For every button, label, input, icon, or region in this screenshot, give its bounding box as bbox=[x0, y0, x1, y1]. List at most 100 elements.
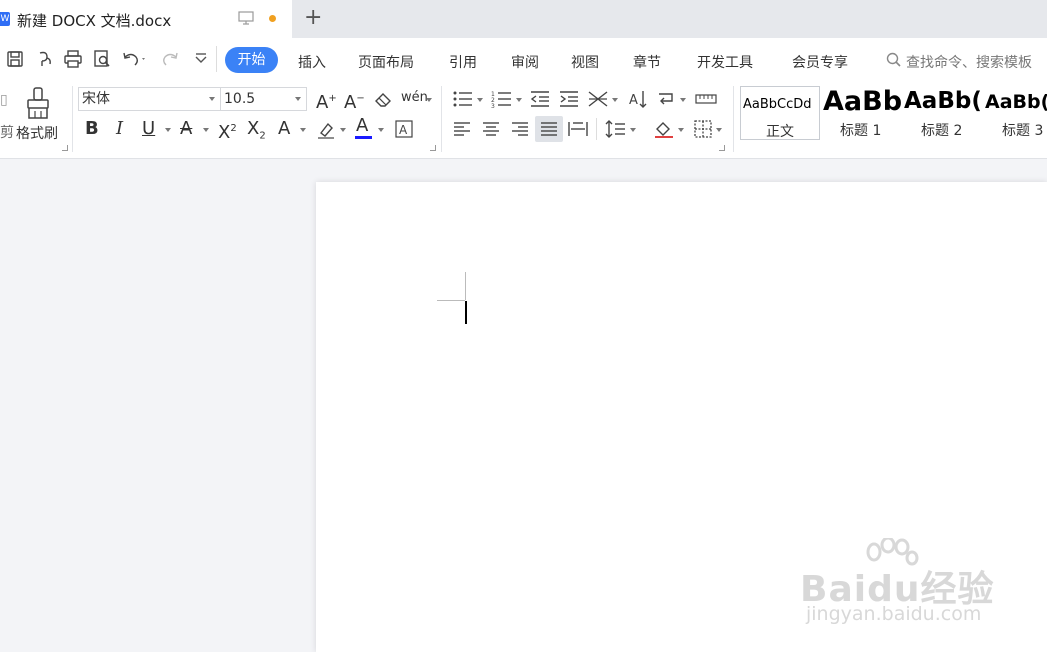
search-icon[interactable] bbox=[885, 51, 903, 69]
underline-icon[interactable]: U bbox=[142, 119, 155, 139]
align-left-icon[interactable] bbox=[452, 119, 472, 139]
chevron-down-icon[interactable] bbox=[300, 128, 306, 132]
divider bbox=[596, 118, 597, 140]
style-sample: AaBbCcDd bbox=[743, 97, 812, 112]
tab-page-layout[interactable]: 页面布局 bbox=[358, 52, 414, 72]
divider bbox=[216, 46, 217, 72]
superscript-icon[interactable]: X2 bbox=[218, 119, 237, 143]
more-icon[interactable] bbox=[191, 49, 211, 69]
italic-icon[interactable]: I bbox=[116, 119, 123, 139]
borders-icon[interactable] bbox=[693, 119, 713, 139]
save-icon[interactable] bbox=[5, 49, 25, 69]
font-name-select[interactable]: 宋体 bbox=[78, 87, 221, 111]
style-label: 标题 1 bbox=[840, 123, 882, 139]
text-effect-icon[interactable]: A bbox=[278, 119, 290, 139]
format-painter-label[interactable]: 格式刷 bbox=[16, 123, 58, 143]
highlight-icon[interactable] bbox=[316, 120, 336, 140]
numbering-icon[interactable]: 1 2 3 bbox=[491, 89, 513, 109]
font-size-value: 10.5 bbox=[224, 91, 256, 107]
style-label: 标题 3 bbox=[1002, 123, 1044, 139]
decrease-indent-icon[interactable] bbox=[529, 89, 551, 109]
svg-text:3: 3 bbox=[491, 103, 495, 109]
chevron-down-icon[interactable] bbox=[165, 128, 171, 132]
chevron-down-icon[interactable] bbox=[612, 98, 618, 102]
bullets-icon[interactable] bbox=[452, 89, 474, 109]
shrink-font-icon[interactable]: A− bbox=[344, 89, 365, 113]
grow-font-icon[interactable]: A+ bbox=[316, 89, 337, 113]
style-sample: AaBb( bbox=[904, 88, 982, 114]
margin-marker bbox=[437, 300, 465, 301]
monitor-icon[interactable] bbox=[238, 10, 254, 26]
style-heading-1[interactable]: AaBb 标题 1 bbox=[822, 86, 902, 140]
tab-view[interactable]: 视图 bbox=[571, 52, 599, 72]
clipboard-fragment-label[interactable]: 剪 bbox=[0, 122, 14, 142]
tab-member[interactable]: 会员专享 bbox=[792, 52, 848, 72]
print-icon[interactable] bbox=[63, 49, 83, 69]
chevron-down-icon[interactable] bbox=[678, 128, 684, 132]
eraser-icon[interactable] bbox=[373, 90, 393, 108]
distributed-align-icon[interactable] bbox=[567, 119, 589, 139]
group-divider bbox=[72, 86, 73, 152]
chevron-down-icon[interactable] bbox=[203, 128, 209, 132]
subscript-icon[interactable]: X2 bbox=[247, 119, 266, 147]
pinyin-guide-icon[interactable]: wén bbox=[401, 88, 428, 108]
paragraph-group-launcher[interactable] bbox=[719, 145, 725, 151]
chevron-down-icon[interactable] bbox=[477, 98, 483, 102]
chevron-down-icon[interactable] bbox=[378, 128, 384, 132]
tab-home[interactable]: 开始 bbox=[225, 47, 278, 73]
character-border-icon[interactable]: A bbox=[395, 120, 413, 138]
tab-section[interactable]: 章节 bbox=[633, 52, 661, 72]
new-tab-icon[interactable]: + bbox=[304, 6, 322, 30]
strikethrough-icon[interactable]: A bbox=[180, 119, 192, 139]
style-sample: AaBb bbox=[823, 86, 902, 117]
clipboard-group-launcher[interactable] bbox=[62, 145, 68, 151]
svg-text:A: A bbox=[399, 123, 408, 137]
font-color-bar bbox=[355, 136, 372, 139]
chevron-down-icon bbox=[295, 97, 301, 101]
chevron-down-icon[interactable] bbox=[630, 128, 636, 132]
redo-icon[interactable] bbox=[160, 49, 180, 69]
chevron-down-icon[interactable] bbox=[716, 128, 722, 132]
pinyin-label: wén bbox=[401, 90, 428, 105]
sort-icon[interactable]: A bbox=[628, 89, 648, 109]
style-normal[interactable]: AaBbCcDd 正文 bbox=[740, 86, 820, 140]
chevron-down-icon[interactable] bbox=[680, 98, 686, 102]
bold-icon[interactable]: B bbox=[85, 119, 99, 139]
unsaved-dot bbox=[269, 15, 276, 22]
undo-icon[interactable] bbox=[121, 49, 147, 69]
chinese-layout-icon[interactable] bbox=[587, 89, 609, 109]
format-copy-icon[interactable] bbox=[35, 49, 55, 69]
clipboard-fragment-icon[interactable]: ▯ bbox=[0, 92, 8, 108]
tab-review[interactable]: 审阅 bbox=[511, 52, 539, 72]
tab-references[interactable]: 引用 bbox=[449, 52, 477, 72]
style-label: 正文 bbox=[766, 124, 794, 140]
increase-indent-icon[interactable] bbox=[558, 89, 580, 109]
chevron-down-icon[interactable] bbox=[516, 98, 522, 102]
svg-text:A: A bbox=[629, 93, 638, 108]
command-search-input[interactable]: 查找命令、搜索模板 bbox=[906, 52, 1032, 72]
print-preview-icon[interactable] bbox=[92, 49, 112, 69]
align-center-icon[interactable] bbox=[481, 119, 501, 139]
align-right-icon[interactable] bbox=[510, 119, 530, 139]
shading-icon[interactable] bbox=[653, 119, 675, 139]
tab-title[interactable]: 新建 DOCX 文档.docx bbox=[17, 10, 171, 31]
format-painter-icon[interactable] bbox=[25, 87, 51, 121]
ruler-icon[interactable] bbox=[695, 89, 717, 109]
style-heading-2[interactable]: AaBb( 标题 2 bbox=[904, 86, 982, 140]
line-spacing-icon[interactable] bbox=[605, 119, 627, 139]
font-size-select[interactable]: 10.5 bbox=[221, 87, 307, 111]
document-app-icon: W bbox=[0, 12, 10, 26]
style-heading-3[interactable]: AaBb( 标题 3 bbox=[984, 86, 1047, 140]
group-divider bbox=[441, 86, 442, 152]
show-marks-icon[interactable] bbox=[656, 89, 678, 109]
tab-insert[interactable]: 插入 bbox=[298, 52, 326, 72]
chevron-down-icon[interactable] bbox=[340, 128, 346, 132]
style-sample: AaBb( bbox=[985, 91, 1047, 113]
chevron-down-icon[interactable] bbox=[426, 98, 432, 102]
tab-developer[interactable]: 开发工具 bbox=[697, 52, 753, 72]
justify-icon[interactable] bbox=[539, 119, 559, 139]
font-group-launcher[interactable] bbox=[430, 145, 436, 151]
chevron-down-icon bbox=[209, 97, 215, 101]
margin-marker bbox=[465, 272, 466, 300]
font-color-icon[interactable]: A bbox=[356, 116, 368, 136]
